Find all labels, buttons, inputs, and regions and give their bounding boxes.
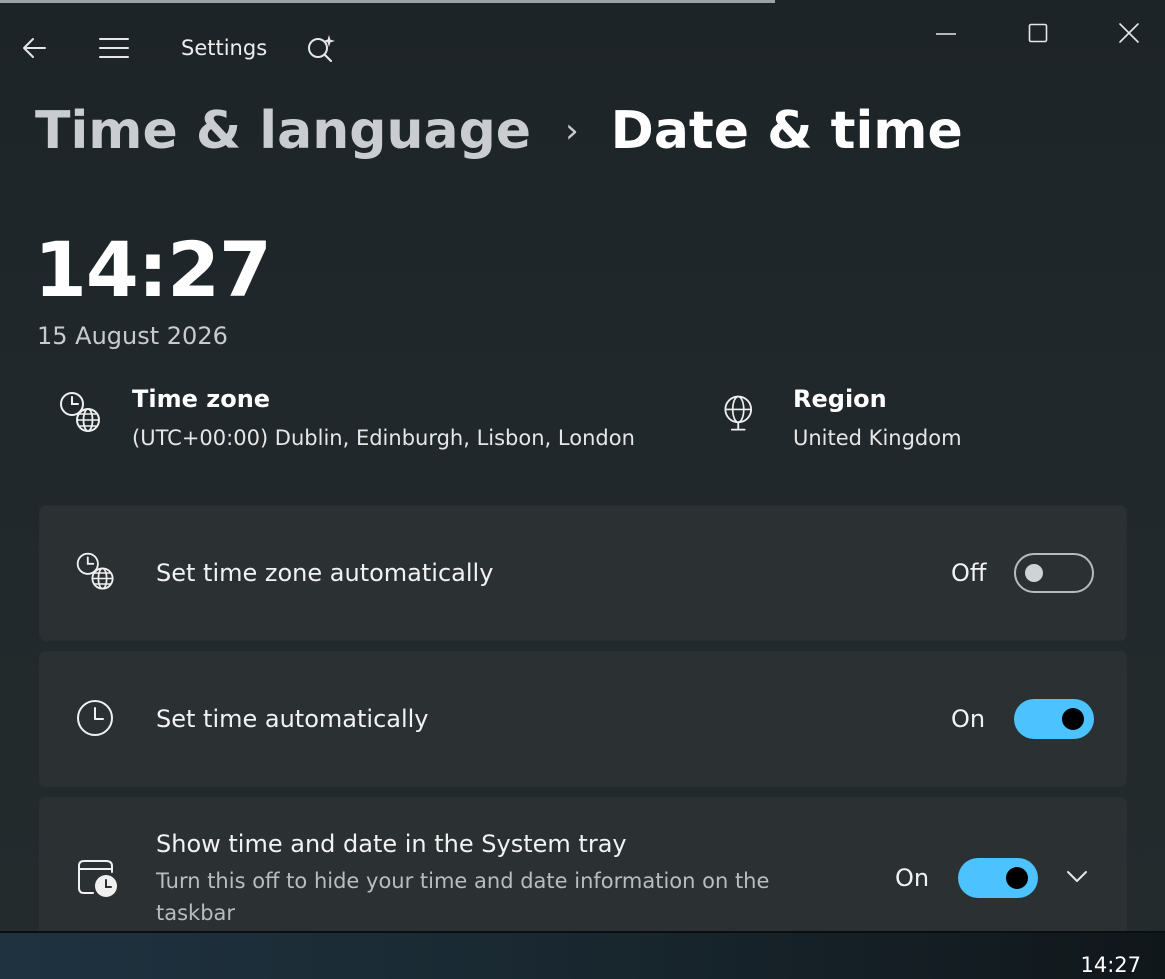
settings-window: Settings Time & language › Date & time 1…: [0, 0, 1165, 931]
search-button[interactable]: [302, 30, 340, 68]
time-zone-value: (UTC+00:00) Dublin, Edinburgh, Lisbon, L…: [132, 426, 635, 450]
back-button[interactable]: [14, 28, 54, 68]
taskbar: 14:27: [0, 931, 1165, 979]
minimize-icon: [936, 33, 956, 35]
menu-button[interactable]: [94, 28, 134, 68]
close-icon: [1119, 23, 1139, 43]
maximize-icon: [1028, 23, 1048, 43]
toggle-state-label: On: [951, 705, 986, 733]
clock-globe-icon: [60, 392, 100, 432]
sparkle-search-icon: [308, 35, 335, 63]
setting-title: Show time and date in the System tray: [156, 830, 627, 858]
toggle-knob: [1025, 564, 1043, 582]
current-time: 14:27: [34, 225, 272, 314]
app-title: Settings: [181, 36, 268, 60]
hamburger-icon: [99, 38, 129, 58]
back-arrow-icon: [23, 38, 46, 58]
region-label: Region: [793, 385, 887, 413]
setting-title: Set time automatically: [156, 705, 429, 733]
time-zone-label: Time zone: [132, 385, 271, 413]
chevron-right-icon: ›: [565, 111, 579, 151]
globe-stand-icon: [724, 395, 753, 431]
close-button[interactable]: [1108, 16, 1150, 50]
set-time-automatically-card: Set time automatically On: [40, 652, 1126, 786]
region-info[interactable]: Region United Kingdom: [718, 383, 962, 453]
title-bar: Settings: [0, 0, 1165, 95]
taskbar-clock[interactable]: 14:27: [1080, 953, 1141, 977]
breadcrumb-parent-link[interactable]: Time & language: [35, 101, 531, 161]
calendar-clock-icon: [78, 860, 117, 897]
clock-icon: [77, 700, 113, 736]
set-time-zone-automatically-toggle[interactable]: [1014, 553, 1094, 593]
maximize-button[interactable]: [1017, 16, 1059, 50]
page-title: Date & time: [610, 101, 963, 161]
show-time-in-system-tray-toggle[interactable]: [958, 858, 1038, 898]
setting-title: Set time zone automatically: [156, 559, 494, 587]
toggle-state-label: Off: [951, 559, 987, 587]
breadcrumb: Time & language › Date & time: [35, 96, 963, 166]
current-date: 15 August 2026: [37, 322, 228, 350]
minimize-button[interactable]: [925, 16, 967, 50]
set-time-zone-automatically-card: Set time zone automatically Off: [40, 506, 1126, 640]
setting-description: Turn this off to hide your time and date…: [156, 869, 770, 925]
toggle-knob: [1062, 708, 1084, 730]
toggle-knob: [1006, 867, 1028, 889]
chevron-down-icon[interactable]: [1064, 864, 1090, 890]
toggle-state-label: On: [895, 864, 930, 892]
region-value: United Kingdom: [793, 426, 962, 450]
show-time-in-system-tray-card: Show time and date in the System tray Tu…: [40, 798, 1126, 931]
clock-globe-icon: [76, 552, 114, 590]
set-time-automatically-toggle[interactable]: [1014, 699, 1094, 739]
time-zone-info[interactable]: Time zone (UTC+00:00) Dublin, Edinburgh,…: [57, 383, 635, 453]
